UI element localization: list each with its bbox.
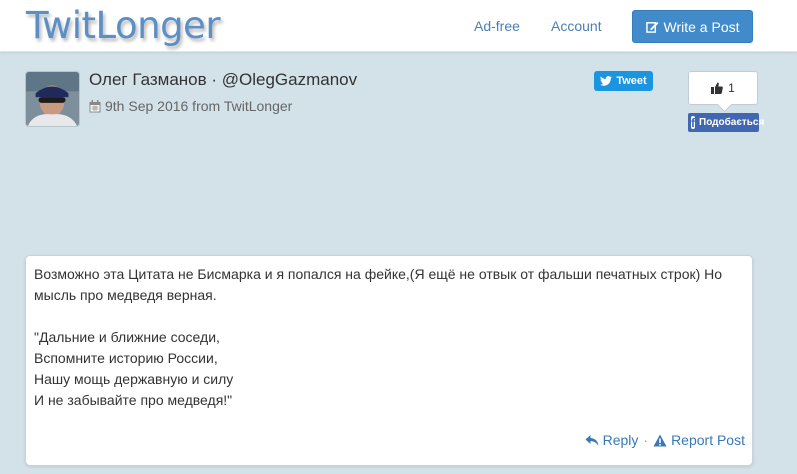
reply-link[interactable]: Reply — [585, 432, 639, 448]
avatar-image — [26, 72, 79, 126]
tweet-button[interactable]: Tweet — [594, 71, 653, 91]
author-name[interactable]: Олег Газманов · @OlegGazmanov — [89, 70, 357, 90]
quote-line-3: Нашу мощь державную и силу — [34, 371, 234, 387]
twitter-bird-icon — [600, 76, 613, 86]
facebook-like-button[interactable]: f Подобається — [688, 113, 764, 132]
author-avatar[interactable] — [25, 71, 80, 127]
quote-line-2: Вспомните историю России, — [34, 350, 218, 366]
reply-icon — [585, 434, 599, 446]
post-card: Возможно эта Цитата не Бисмарка и я попа… — [25, 255, 753, 466]
facebook-icon: f — [691, 116, 695, 130]
report-post-link[interactable]: Report Post — [653, 432, 745, 448]
report-post-label: Report Post — [671, 432, 745, 448]
quote-line-4: И не забывайте про медведя!" — [34, 392, 233, 408]
warning-icon — [653, 434, 667, 446]
facebook-like-label: Подобається — [699, 117, 765, 128]
write-post-button[interactable]: Write a Post — [632, 10, 753, 43]
like-count: 1 — [728, 81, 735, 95]
post-paragraph: Возможно эта Цитата не Бисмарка и я попа… — [34, 266, 723, 303]
nav-link-ad-free[interactable]: Ad-free — [474, 17, 520, 35]
thumbs-up-icon — [711, 82, 723, 94]
tweet-label: Tweet — [616, 75, 647, 87]
calendar-icon — [89, 100, 101, 113]
top-navbar: TwitLonger Ad-free Account Write a Post — [0, 0, 797, 52]
post-actions: Reply · Report Post — [585, 432, 745, 448]
brand-logo[interactable]: TwitLonger — [26, 4, 221, 48]
nav-link-account[interactable]: Account — [551, 17, 602, 35]
edit-icon — [645, 21, 659, 33]
reply-label: Reply — [602, 432, 639, 448]
post-meta: 9th Sep 2016 from TwitLonger — [89, 98, 292, 115]
like-count-box[interactable]: 1 — [688, 71, 758, 105]
action-separator: · — [643, 432, 649, 448]
quote-line-1: "Дальние и ближние соседи, — [34, 329, 220, 345]
post-body: Возможно эта Цитата не Бисмарка и я попа… — [34, 264, 744, 411]
write-post-label: Write a Post — [663, 18, 740, 35]
post-meta-text: 9th Sep 2016 from TwitLonger — [105, 98, 293, 114]
